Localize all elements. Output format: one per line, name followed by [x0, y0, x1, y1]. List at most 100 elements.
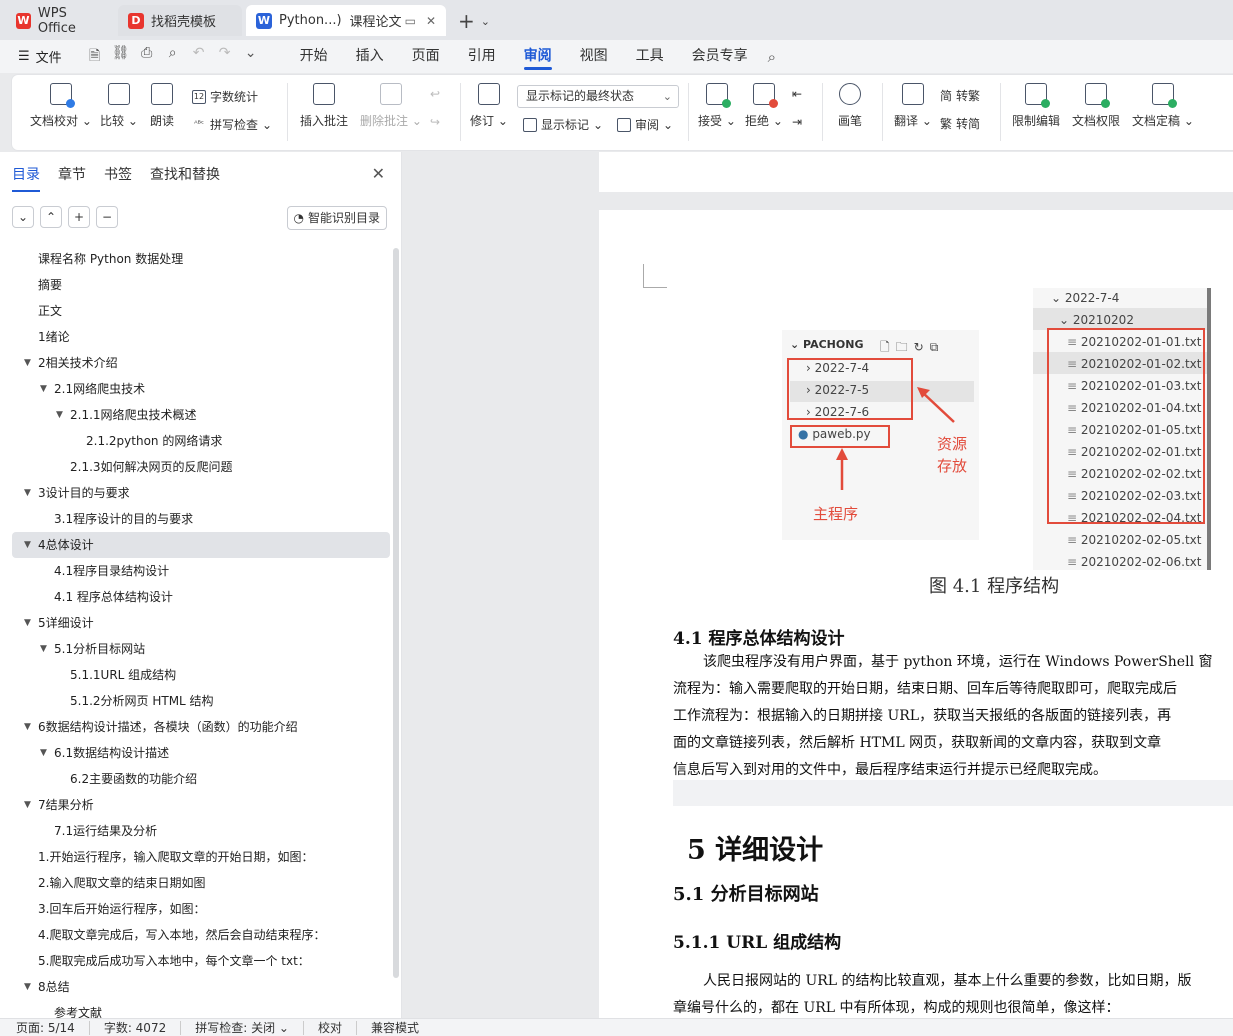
toc-item[interactable]: ▼ 5详细设计 — [12, 610, 390, 636]
close-icon[interactable]: ✕ — [372, 164, 385, 183]
toc-item[interactable]: 4.爬取文章完成后，写入本地，然后会自动结束程序： — [12, 922, 390, 948]
print-preview-icon[interactable]: ⌕ — [164, 45, 182, 69]
toc-item[interactable]: ▼ 3设计目的与要求 — [12, 480, 390, 506]
toc-item[interactable]: 3.回车后开始运行程序，如图： — [12, 896, 390, 922]
expand-caret-icon[interactable]: ▼ — [24, 974, 31, 1000]
toc-item[interactable]: 5.1.2分析网页 HTML 结构 — [12, 688, 390, 714]
toc-item[interactable]: 1绪论 — [12, 324, 390, 350]
finalize-button[interactable]: 文档定稿 ⌄ — [1132, 83, 1194, 129]
redo-icon[interactable]: ↷ — [216, 45, 234, 69]
toc-item[interactable]: 4.1 程序总体结构设计 — [12, 584, 390, 610]
menu-tab-tools[interactable]: 工具 — [622, 40, 678, 73]
toc-item[interactable]: ▼ 6数据结构设计描述，各模块（函数）的功能介绍 — [12, 714, 390, 740]
expand-caret-icon[interactable]: ▼ — [24, 792, 31, 818]
new-tab-plus-icon[interactable]: + — [458, 9, 475, 33]
menu-tab-insert[interactable]: 插入 — [342, 40, 398, 73]
nav-scrollbar[interactable] — [393, 248, 399, 978]
word-count-button[interactable]: 12 字数统计 — [192, 88, 258, 105]
doc-permission-button[interactable]: 文档权限 — [1072, 83, 1120, 129]
tab-wps-office[interactable]: W WPS Office — [6, 5, 114, 36]
toc-item[interactable]: 正文 — [12, 298, 390, 324]
nav-tab-toc[interactable]: 目录 — [12, 164, 40, 192]
menu-tab-start[interactable]: 开始 — [286, 40, 342, 73]
toc-item[interactable]: 3.1程序设计的目的与要求 — [12, 506, 390, 532]
toc-item[interactable]: 5.爬取完成后成功写入本地中，每个文章一个 txt： — [12, 948, 390, 974]
next-change-icon[interactable]: ⇥ — [792, 115, 802, 129]
toc-item[interactable]: 2.1.2python 的网络请求 — [12, 428, 390, 454]
expand-down-icon[interactable]: ⌄ — [12, 206, 34, 228]
tab-template[interactable]: D 找稻壳模板 — [118, 5, 242, 36]
menu-tab-view[interactable]: 视图 — [566, 40, 622, 73]
expand-caret-icon[interactable]: ▼ — [56, 402, 63, 428]
collapse-up-icon[interactable]: ⌃ — [40, 206, 62, 228]
toc-item[interactable]: 7.1运行结果及分析 — [12, 818, 390, 844]
expand-caret-icon[interactable]: ▼ — [40, 636, 47, 662]
toc-item[interactable]: ▼ 2.1网络爬虫技术 — [12, 376, 390, 402]
revise-button[interactable]: 修订 ⌄ — [470, 83, 508, 129]
toc-item[interactable]: 4.1程序目录结构设计 — [12, 558, 390, 584]
pen-button[interactable]: 画笔 — [838, 83, 862, 129]
insert-comment-button[interactable]: 插入批注 — [300, 83, 348, 129]
show-markup-button[interactable]: 显示标记 ⌄ — [523, 116, 603, 133]
next-comment-icon[interactable]: ↪ — [430, 115, 440, 129]
save-icon[interactable]: 🗎 — [86, 45, 104, 69]
status-page[interactable]: 页面: 5/14 — [0, 1020, 90, 1035]
delete-comment-button[interactable]: 删除批注 ⌄ — [360, 83, 422, 129]
restrict-edit-button[interactable]: 限制编辑 — [1012, 83, 1060, 129]
menu-tab-page[interactable]: 页面 — [398, 40, 454, 73]
add-heading-icon[interactable]: + — [68, 206, 90, 228]
to-simplified-button[interactable]: 繁 转简 — [940, 115, 980, 132]
menu-tab-review[interactable]: 审阅 — [510, 40, 566, 73]
search-icon[interactable]: ⌕ — [768, 48, 776, 66]
compare-button[interactable]: 比较 ⌄ — [100, 83, 138, 129]
expand-caret-icon[interactable]: ▼ — [24, 714, 31, 740]
nav-tab-bookmark[interactable]: 书签 — [104, 164, 132, 184]
accept-button[interactable]: 接受 ⌄ — [698, 83, 736, 129]
print-icon[interactable]: ⎙ — [138, 45, 156, 69]
menu-tab-reference[interactable]: 引用 — [454, 40, 510, 73]
tab-document[interactable]: W Python...) 课程论文 ▭ ✕ — [246, 5, 446, 36]
quick-access-chevron-icon[interactable]: ⌄ — [242, 45, 260, 69]
menu-tab-member[interactable]: 会员专享 — [678, 40, 762, 73]
spell-check-button[interactable]: ᴬᴮᶜ 拼写检查 ⌄ — [192, 116, 272, 133]
status-proof[interactable]: 校对 — [304, 1020, 357, 1035]
toc-item[interactable]: ▼ 7结果分析 — [12, 792, 390, 818]
toc-item[interactable]: 6.2主要函数的功能介绍 — [12, 766, 390, 792]
prev-comment-icon[interactable]: ↩ — [430, 87, 440, 101]
status-words[interactable]: 字数: 4072 — [90, 1020, 182, 1035]
markup-state-select[interactable]: 显示标记的最终状态 ⌄ — [517, 85, 679, 108]
new-tab-chevron-down-icon[interactable]: ⌄ — [481, 15, 490, 28]
read-aloud-button[interactable]: 朗读 — [150, 83, 174, 129]
toc-item[interactable]: ▼ 8总结 — [12, 974, 390, 1000]
expand-caret-icon[interactable]: ▼ — [24, 480, 31, 506]
remove-heading-icon[interactable]: − — [96, 206, 118, 228]
toc-item[interactable]: ▼ 2相关技术介绍 — [12, 350, 390, 376]
toc-item[interactable]: 5.1.1URL 组成结构 — [12, 662, 390, 688]
toc-item[interactable]: 摘要 — [12, 272, 390, 298]
document-page[interactable]: ⌄ PACHONG 🗋🗀↻⧉ › 2022-7-4 › 2022-7-5 › 2… — [599, 210, 1233, 1018]
file-menu-button[interactable]: ☰ 文件 — [18, 47, 62, 66]
to-traditional-button[interactable]: 简 转繁 — [940, 87, 980, 104]
toc-item[interactable]: ▼ 4总体设计 — [12, 532, 390, 558]
link-icon[interactable]: ⛓ — [112, 45, 130, 69]
toc-item[interactable]: 课程名称 Python 数据处理 — [12, 246, 390, 272]
toc-item[interactable]: ▼ 5.1分析目标网站 — [12, 636, 390, 662]
tab-close-icon[interactable]: ✕ — [426, 14, 436, 28]
tab-window-icon[interactable]: ▭ — [405, 14, 416, 28]
doc-check-button[interactable]: 文档校对 ⌄ — [30, 83, 92, 129]
prev-change-icon[interactable]: ⇤ — [792, 87, 802, 101]
toc-item[interactable]: 1.开始运行程序，输入爬取文章的开始日期，如图： — [12, 844, 390, 870]
expand-caret-icon[interactable]: ▼ — [24, 532, 31, 558]
toc-item[interactable]: 2.输入爬取文章的结束日期如图 — [12, 870, 390, 896]
smart-toc-button[interactable]: ◔ 智能识别目录 — [286, 206, 387, 230]
status-spell[interactable]: 拼写检查: 关闭 ⌄ — [181, 1020, 304, 1035]
undo-icon[interactable]: ↶ — [190, 45, 208, 69]
reject-button[interactable]: 拒绝 ⌄ — [745, 83, 783, 129]
expand-caret-icon[interactable]: ▼ — [40, 376, 47, 402]
toc-item[interactable]: 2.1.3如何解决网页的反爬问题 — [12, 454, 390, 480]
nav-tab-chapter[interactable]: 章节 — [58, 164, 86, 184]
expand-caret-icon[interactable]: ▼ — [24, 610, 31, 636]
toc-item[interactable]: ▼ 6.1数据结构设计描述 — [12, 740, 390, 766]
expand-caret-icon[interactable]: ▼ — [40, 740, 47, 766]
toc-item[interactable]: ▼ 2.1.1网络爬虫技术概述 — [12, 402, 390, 428]
